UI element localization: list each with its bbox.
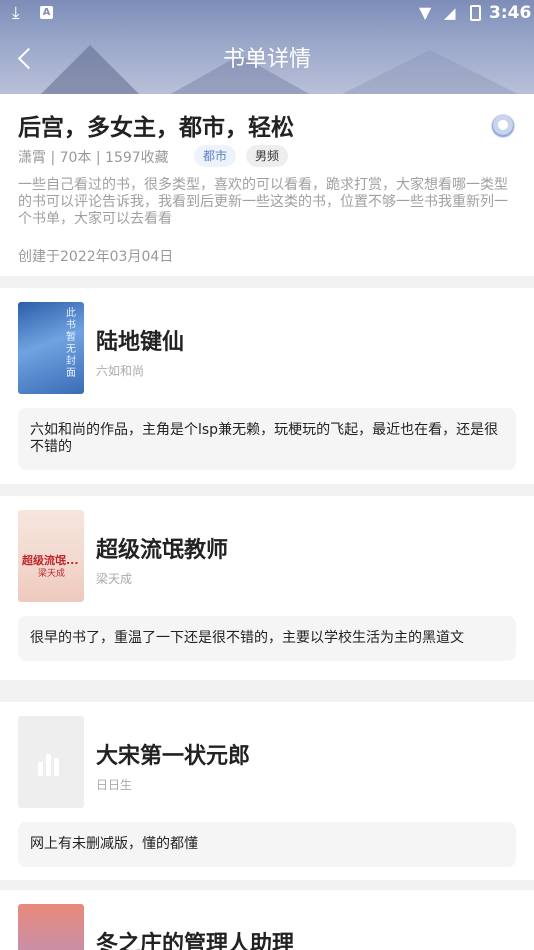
placeholder-cover-icon: [38, 746, 64, 776]
booklist-title: 后宫，多女主，都市，轻松: [18, 115, 294, 141]
cover-author: 梁天成: [38, 569, 66, 579]
book-title[interactable]: 大宋第一状元郎: [96, 738, 250, 770]
book-card[interactable]: 超级流氓... 梁天成 超级流氓教师 梁天成 很早的书了，重温了一下还是很不错的…: [0, 496, 534, 680]
book-card[interactable]: 大宋第一状元郎 日日生 网上有未删减版，懂的都懂: [0, 702, 534, 880]
book-title[interactable]: 冬之庄的管理人助理: [96, 926, 294, 950]
status-bar: ⤓ A ▼ ◢ 3:46: [0, 0, 534, 28]
battery-icon: [470, 5, 481, 21]
tag-dushi[interactable]: 都市: [194, 145, 237, 167]
book-title[interactable]: 超级流氓教师: [96, 532, 228, 564]
status-time: 3:46: [489, 3, 532, 23]
wifi-icon: ▼: [419, 3, 432, 22]
book-note: 很早的书了，重温了一下还是很不错的，主要以学校生活为主的黑道文: [18, 616, 516, 661]
signal-icon: ◢: [444, 4, 456, 22]
booklist-info: 后宫，多女主，都市，轻松 潇霄 | 70本 | 1597收藏 都市 男频 一些自…: [0, 94, 534, 276]
book-author: 六如和尚: [96, 364, 145, 378]
book-author: 梁天成: [96, 572, 133, 586]
download-icon: ⤓: [12, 3, 20, 23]
header: ⤓ A ▼ ◢ 3:46 书单详情: [0, 0, 534, 94]
book-card[interactable]: 此书暂无封面 陆地键仙 六如和尚 六如和尚的作品，主角是个lsp兼无赖，玩梗玩的…: [0, 288, 534, 484]
avatar[interactable]: [491, 114, 515, 138]
cover-text: 此书暂无封面: [66, 308, 76, 379]
tag-nanpin[interactable]: 男频: [246, 145, 289, 167]
book-title[interactable]: 陆地键仙: [96, 324, 184, 356]
created-date: 创建于2022年03月04日: [18, 249, 174, 265]
booklist-description: 一些自己看过的书，很多类型，喜欢的可以看看，跪求打赏，大家想看哪一类型的书可以评…: [18, 177, 508, 227]
page-title: 书单详情: [222, 47, 311, 72]
book-cover[interactable]: 超级流氓... 梁天成: [18, 510, 84, 602]
book-cover[interactable]: 此书暂无封面: [18, 302, 84, 394]
book-card[interactable]: 冬之庄的管理人助理: [0, 890, 534, 950]
book-cover[interactable]: [18, 904, 84, 950]
a-icon: A: [40, 6, 53, 19]
booklist-meta: 潇霄 | 70本 | 1597收藏: [18, 150, 169, 166]
book-author: 日日生: [96, 778, 133, 792]
book-note: 网上有未删减版，懂的都懂: [18, 822, 516, 867]
book-note: 六如和尚的作品，主角是个lsp兼无赖，玩梗玩的飞起，最近也在看，还是很不错的: [18, 408, 516, 470]
book-cover[interactable]: [18, 716, 84, 808]
